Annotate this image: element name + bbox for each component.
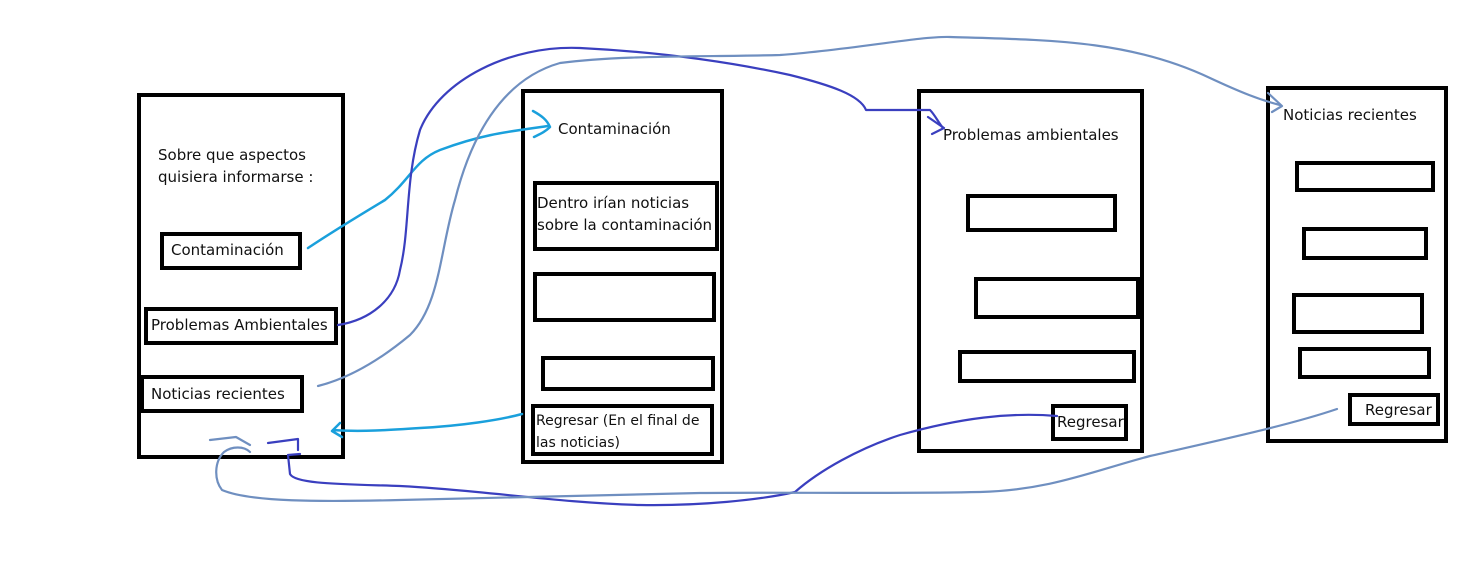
arrow-menu-to-contaminacion [306,124,550,250]
arrow-menu-to-problemas [336,46,945,327]
flow-arrows [208,35,1339,507]
arrow-contaminacion-back [330,412,524,439]
arrow-menu-to-noticias [316,35,1282,388]
arrow-noticias-back [208,407,1339,503]
arrow-head-contaminacion [531,109,552,139]
